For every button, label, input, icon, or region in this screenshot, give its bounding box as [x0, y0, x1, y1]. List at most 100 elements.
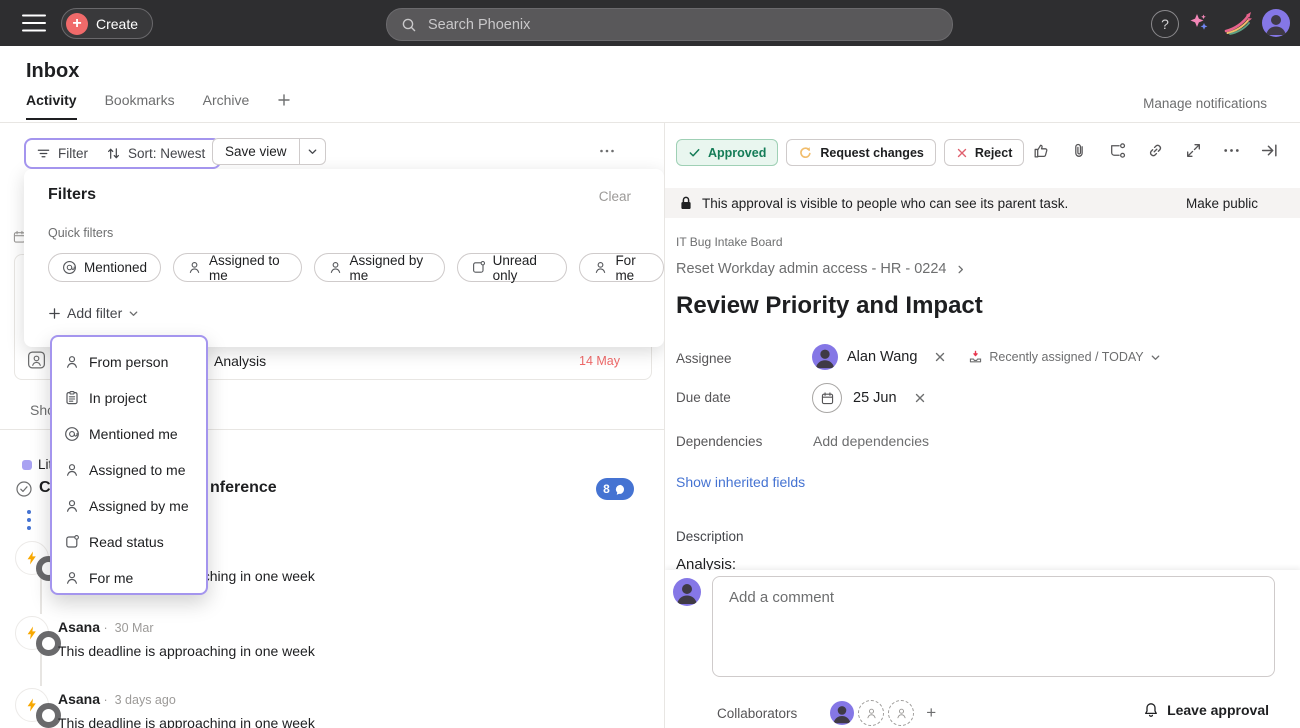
chip-assigned-to-me[interactable]: Assigned to me — [173, 253, 301, 282]
menu-item-mentioned-me[interactable]: Mentioned me — [52, 416, 206, 452]
assignee-avatar[interactable] — [812, 344, 838, 370]
tab-bookmarks[interactable]: Bookmarks — [105, 92, 175, 120]
subtask-icon[interactable] — [1108, 141, 1127, 160]
chip-assigned-by-me[interactable]: Assigned by me — [314, 253, 445, 282]
tab-activity[interactable]: Activity — [26, 92, 77, 120]
hamburger-menu-icon[interactable] — [21, 11, 47, 35]
more-options-icon[interactable] — [1222, 141, 1241, 160]
empty-collaborator-slot[interactable] — [858, 700, 884, 726]
comment-panel: Collaborators + Leave approval — [665, 570, 1300, 728]
leave-approval-button[interactable]: Leave approval — [1143, 702, 1269, 718]
person-icon — [865, 707, 878, 720]
breadcrumb-project[interactable]: IT Bug Intake Board — [676, 235, 783, 249]
sort-button[interactable]: Sort: Newest — [106, 146, 205, 161]
collapse-pane-icon[interactable] — [1260, 141, 1279, 160]
task-title[interactable]: Review Priority and Impact — [676, 292, 983, 320]
menu-item-for-me[interactable]: For me — [52, 560, 206, 596]
comment-count-badge[interactable]: 8 — [596, 478, 634, 500]
celebration-streak-icon[interactable] — [1224, 11, 1252, 35]
chip-unread-only[interactable]: Unread only — [457, 253, 568, 282]
chip-for-me[interactable]: For me — [579, 253, 664, 282]
at-icon — [64, 426, 80, 442]
person-icon — [328, 260, 343, 275]
feed-source: Asana — [58, 619, 100, 635]
request-changes-button[interactable]: Request changes — [786, 139, 936, 166]
check-circle-icon[interactable] — [15, 480, 33, 498]
chevron-down-icon — [307, 146, 318, 157]
save-view-dropdown-button[interactable] — [299, 138, 326, 165]
add-collaborator-button[interactable]: + — [926, 703, 936, 723]
overflow-menu-icon[interactable] — [27, 510, 31, 530]
empty-collaborator-slot[interactable] — [888, 700, 914, 726]
leave-approval-label: Leave approval — [1167, 702, 1269, 718]
add-dependencies-button[interactable]: Add dependencies — [813, 433, 929, 449]
calendar-icon[interactable] — [812, 383, 842, 413]
menu-item-label: For me — [89, 570, 133, 586]
assignee-section-picker[interactable]: Recently assigned / TODAY — [968, 350, 1160, 365]
chip-label: For me — [615, 253, 650, 283]
ai-sparkles-icon[interactable] — [1188, 12, 1210, 34]
reject-button[interactable]: Reject — [944, 139, 1025, 166]
note-icon — [471, 260, 486, 275]
project-icon — [64, 390, 80, 406]
attachment-icon[interactable] — [1070, 141, 1089, 160]
search-icon — [401, 17, 417, 33]
asana-inbox-app: + Create ? Inbox Activity Bookmarks Arch… — [0, 0, 1300, 728]
comment-input[interactable] — [713, 577, 1274, 676]
add-filter-button[interactable]: Add filter — [48, 305, 139, 321]
feed-item[interactable]: Asana30 Mar This deadline is approaching… — [0, 616, 664, 668]
search-bar[interactable] — [386, 8, 953, 41]
show-inherited-fields-link[interactable]: Show inherited fields — [676, 474, 805, 490]
menu-item-from-person[interactable]: From person — [52, 344, 206, 380]
menu-item-read-status[interactable]: Read status — [52, 524, 206, 560]
approved-button[interactable]: Approved — [676, 139, 778, 166]
filter-button[interactable]: Filter — [36, 146, 88, 161]
collaborator-avatar[interactable] — [830, 701, 854, 725]
feed-body: This deadline is approaching in one week — [58, 643, 315, 659]
card-title-fragment: Analysis — [214, 353, 266, 369]
menu-item-assigned-by-me[interactable]: Assigned by me — [52, 488, 206, 524]
menu-item-label: In project — [89, 390, 147, 406]
feed-time: 3 days ago — [100, 693, 176, 707]
feed-item[interactable]: Asana3 days ago This deadline is approac… — [0, 688, 664, 728]
assignee-name[interactable]: Alan Wang — [847, 349, 917, 365]
expand-icon[interactable] — [1184, 141, 1203, 160]
manage-notifications-link[interactable]: Manage notifications — [1143, 96, 1267, 111]
remove-due-date-icon[interactable] — [914, 392, 926, 404]
add-tab-icon[interactable] — [277, 93, 291, 107]
task-title-end-fragment: nference — [210, 479, 277, 497]
remove-assignee-icon[interactable] — [934, 351, 946, 363]
copy-link-icon[interactable] — [1146, 141, 1165, 160]
filter-icon — [36, 146, 51, 161]
like-icon[interactable] — [1032, 141, 1051, 160]
help-button[interactable]: ? — [1151, 10, 1179, 38]
privacy-banner-text: This approval is visible to people who c… — [702, 196, 1068, 211]
make-public-button[interactable]: Make public — [1186, 196, 1258, 211]
filters-title: Filters — [48, 186, 96, 204]
collaborators-label: Collaborators — [717, 706, 797, 721]
clear-filters-link[interactable]: Clear — [599, 189, 631, 204]
chevron-right-icon — [955, 264, 966, 275]
chip-mentioned[interactable]: Mentioned — [48, 253, 161, 282]
menu-item-in-project[interactable]: In project — [52, 380, 206, 416]
search-input[interactable] — [426, 16, 938, 34]
menu-item-label: Assigned to me — [89, 462, 186, 478]
create-button[interactable]: + Create — [61, 8, 153, 39]
sort-icon — [106, 146, 121, 161]
menu-item-assigned-to-me[interactable]: Assigned to me — [52, 452, 206, 488]
question-icon: ? — [1161, 16, 1169, 32]
breadcrumb-task[interactable]: Reset Workday admin access - HR - 0224 — [676, 261, 966, 277]
more-options-icon[interactable] — [598, 142, 616, 160]
feed-source: Asana — [58, 691, 100, 707]
card-due-date: 14 May — [579, 354, 620, 368]
privacy-banner: This approval is visible to people who c… — [665, 188, 1300, 218]
tab-bar: Activity Bookmarks Archive — [26, 92, 291, 120]
due-date-text[interactable]: 25 Jun — [853, 390, 897, 406]
menu-item-label: Assigned by me — [89, 498, 189, 514]
person-icon — [64, 498, 80, 514]
save-view-button[interactable]: Save view — [212, 138, 299, 165]
user-avatar[interactable] — [1262, 9, 1290, 37]
tab-archive[interactable]: Archive — [203, 92, 250, 120]
person-icon — [593, 260, 608, 275]
person-icon — [895, 707, 908, 720]
